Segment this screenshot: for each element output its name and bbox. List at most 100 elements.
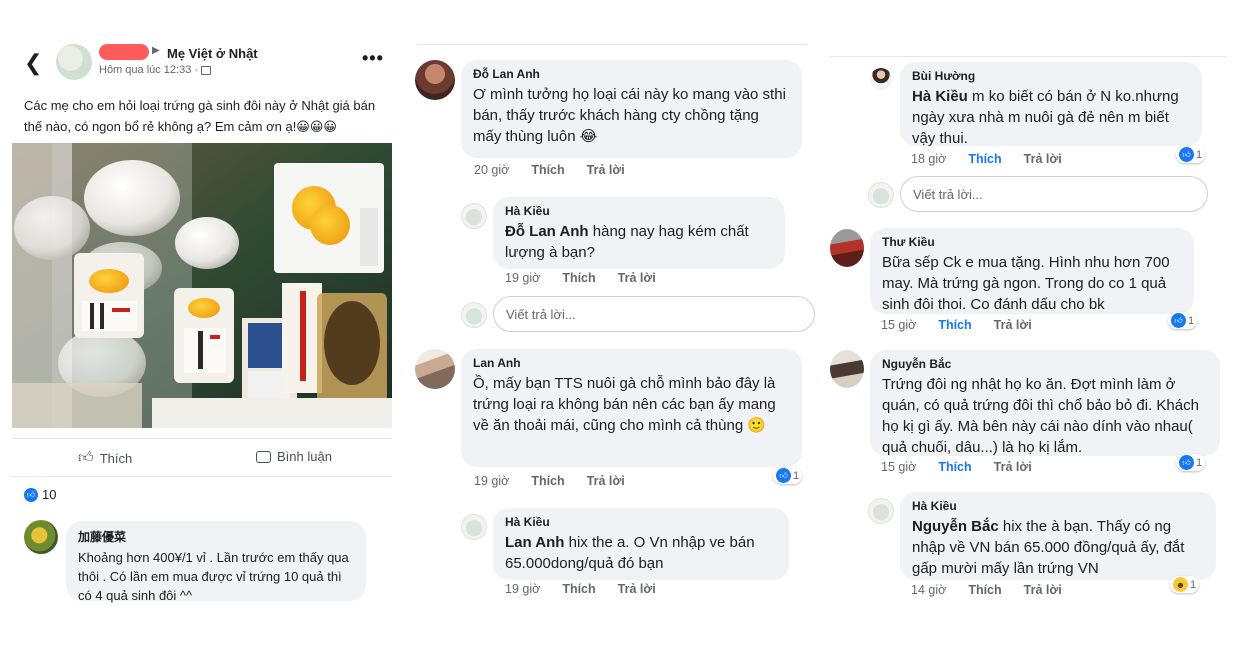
comment-time[interactable]: 14 giờ: [911, 583, 946, 597]
reaction-count: 1: [1188, 314, 1195, 327]
divider: [12, 438, 392, 439]
comment-time[interactable]: 18 giờ: [911, 152, 946, 166]
comment-author[interactable]: Hà Kiều: [505, 515, 777, 529]
comment-meta: 20 giờ Thích Trả lời: [474, 163, 625, 177]
reaction-count: 1: [1190, 578, 1197, 591]
comment-author[interactable]: Đỗ Lan Anh: [473, 67, 790, 81]
like-reaction-icon: 👍︎: [1179, 147, 1194, 162]
reply-bubble: Hà Kiều Nguyễn Bắc hix the à bạn. Thấy c…: [900, 492, 1216, 580]
comment-bubble: Lan Anh Ồ, mấy bạn TTS nuôi gà chỗ mình …: [461, 349, 802, 467]
divider: [12, 476, 392, 477]
post-timestamp[interactable]: Hôm qua lúc 12:33 ·: [99, 64, 198, 76]
reply-bubble: Hà Kiều Lan Anh hix the a. O Vn nhập ve …: [493, 508, 789, 580]
post-photo[interactable]: [12, 143, 392, 428]
comment-author[interactable]: Lan Anh: [473, 356, 790, 370]
reaction-badge[interactable]: ☻ 1: [1170, 576, 1200, 593]
post-panel: ❮ ▶ Mẹ Việt ở Nhật Hôm qua lúc 12:33 · •…: [0, 0, 405, 657]
commenter-avatar[interactable]: [415, 349, 455, 389]
reply-link[interactable]: Trả lời: [994, 460, 1032, 474]
like-link[interactable]: Thích: [531, 163, 564, 177]
reaction-badge[interactable]: 👍︎ 1: [773, 467, 803, 484]
reply-link[interactable]: Trả lời: [587, 474, 625, 488]
post-author-avatar[interactable]: [56, 44, 92, 80]
reply-link[interactable]: Trả lời: [587, 163, 625, 177]
comments-panel-right: Bùi Hường Hà Kiều m ko biết có bán ở N k…: [820, 0, 1236, 657]
comment-author[interactable]: Thư Kiều: [882, 235, 1182, 249]
comment-meta: 19 giờ Thích Trả lời: [474, 474, 625, 488]
mention[interactable]: Đỗ Lan Anh: [505, 223, 589, 240]
reaction-count: 10: [42, 487, 57, 502]
reply-link[interactable]: Trả lời: [618, 271, 656, 285]
thumb-up-icon: 👍︎: [78, 449, 94, 466]
reaction-count: 1: [1196, 456, 1203, 469]
comment-author[interactable]: Nguyễn Bắc: [882, 357, 1208, 371]
commenter-avatar[interactable]: [830, 229, 864, 267]
reply-input[interactable]: Viết trả lời...: [900, 176, 1208, 212]
comment-meta: 15 giờ Thích Trả lời: [881, 318, 1032, 332]
arrow-right-icon: ▶: [152, 45, 160, 56]
comment-action[interactable]: Bình luận: [256, 449, 332, 464]
comments-panel-middle: Đỗ Lan Anh Ơ mình tưởng họ loại cái này …: [405, 0, 820, 657]
like-link-active[interactable]: Thích: [968, 152, 1001, 166]
comment-time[interactable]: 19 giờ: [505, 271, 540, 285]
like-link[interactable]: Thích: [562, 271, 595, 285]
like-link-active[interactable]: Thích: [938, 460, 971, 474]
like-reaction-icon: 👍︎: [1179, 455, 1194, 470]
commenter-avatar[interactable]: [870, 68, 892, 90]
like-action[interactable]: 👍︎ Thích: [78, 449, 132, 467]
back-arrow-icon[interactable]: ❮: [24, 50, 42, 76]
reply-link[interactable]: Trả lời: [1024, 152, 1062, 166]
commenter-avatar[interactable]: [461, 514, 487, 540]
comment-author[interactable]: Hà Kiều: [505, 204, 773, 218]
reply-link[interactable]: Trả lời: [994, 318, 1032, 332]
comment-label: Bình luận: [277, 449, 332, 464]
mention[interactable]: Hà Kiều: [912, 88, 968, 105]
comment-time[interactable]: 19 giờ: [474, 474, 509, 488]
like-link-active[interactable]: Thích: [938, 318, 971, 332]
comment-bubble: Đỗ Lan Anh Ơ mình tưởng họ loại cái này …: [461, 60, 802, 158]
comment-icon: [256, 450, 271, 463]
comment-time[interactable]: 19 giờ: [505, 582, 540, 596]
commenter-avatar[interactable]: [830, 350, 864, 388]
comment-meta: 14 giờ Thích Trả lời: [911, 583, 1062, 597]
reaction-count: 1: [1196, 148, 1203, 161]
comment-time[interactable]: 15 giờ: [881, 460, 916, 474]
commenter-avatar[interactable]: [868, 498, 894, 524]
divider: [417, 44, 807, 45]
commenter-avatar[interactable]: [24, 520, 58, 554]
comment-time[interactable]: 20 giờ: [474, 163, 509, 177]
more-options-icon[interactable]: •••: [362, 48, 384, 69]
reply-placeholder: Viết trả lời...: [913, 186, 983, 202]
group-name[interactable]: Mẹ Việt ở Nhật: [167, 46, 258, 61]
comment-time[interactable]: 15 giờ: [881, 318, 916, 332]
reaction-badge[interactable]: 👍︎ 1: [1176, 454, 1206, 471]
mention[interactable]: Nguyễn Bắc: [912, 518, 999, 535]
comment-author[interactable]: Hà Kiều: [912, 499, 1204, 513]
mention[interactable]: Lan Anh: [505, 534, 564, 551]
reaction-count: 1: [793, 469, 800, 482]
commenter-avatar[interactable]: [461, 203, 487, 229]
reply-link[interactable]: Trả lời: [1024, 583, 1062, 597]
comment-meta: 19 giờ Thích Trả lời: [505, 582, 656, 596]
comment-author[interactable]: 加藤優菜: [78, 528, 354, 545]
comment-meta: 15 giờ Thích Trả lời: [881, 460, 1032, 474]
commenter-avatar[interactable]: [415, 60, 455, 100]
comment-text: Khoảng hơn 400¥/1 vỉ . Lần trước em thấy…: [78, 550, 349, 603]
comment-author[interactable]: Bùi Hường: [912, 69, 1190, 83]
haha-reaction-icon: ☻: [1173, 577, 1188, 592]
reply-input[interactable]: Viết trả lời...: [493, 296, 815, 332]
post-text: Các mẹ cho em hỏi loại trứng gà sinh đôi…: [24, 98, 376, 134]
redacted-author-name: [99, 44, 149, 60]
my-avatar: [461, 302, 487, 328]
reaction-badge[interactable]: 👍︎ 1: [1176, 146, 1206, 163]
like-reaction-icon: 👍︎: [1171, 313, 1186, 328]
my-avatar: [868, 182, 894, 208]
comment-text: Ơ mình tưởng họ loại cái này ko mang vào…: [473, 86, 786, 145]
like-link[interactable]: Thích: [531, 474, 564, 488]
like-link[interactable]: Thích: [562, 582, 595, 596]
reply-link[interactable]: Trả lời: [618, 582, 656, 596]
like-label: Thích: [99, 450, 133, 466]
like-link[interactable]: Thích: [968, 583, 1001, 597]
reaction-summary[interactable]: 👍︎ 10: [24, 487, 56, 502]
reaction-badge[interactable]: 👍︎ 1: [1168, 312, 1198, 329]
